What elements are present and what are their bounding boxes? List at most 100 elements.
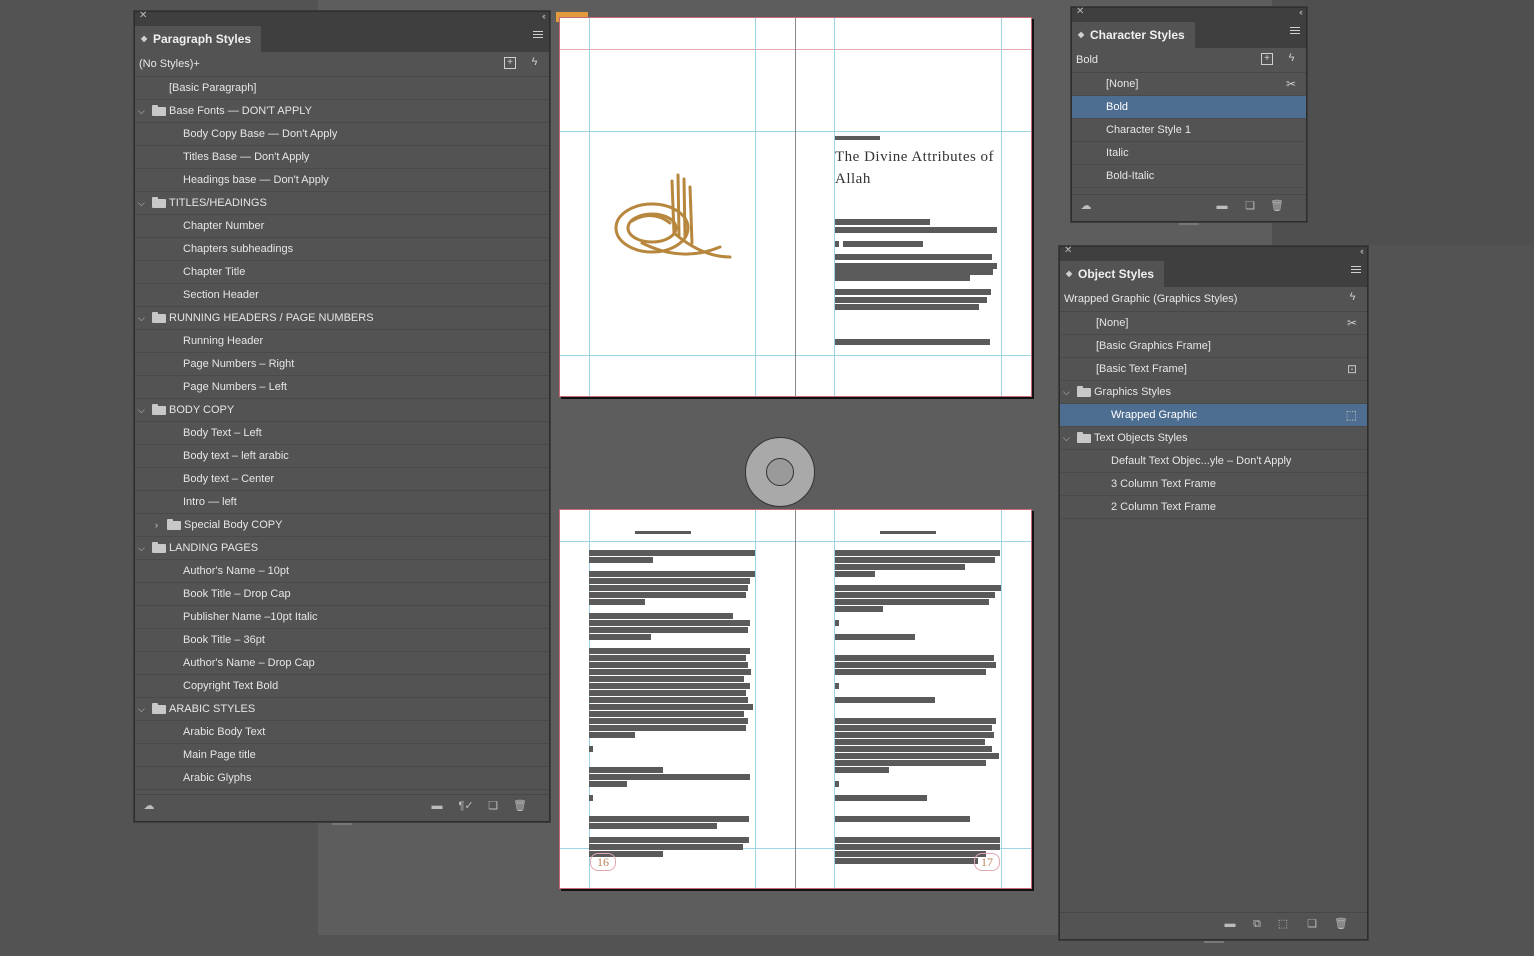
clear-overrides-icon[interactable]: ¶✓ [457,801,475,812]
style-row[interactable]: Copyright Text Bold [135,675,549,698]
style-row[interactable]: Intro — left [135,491,549,514]
style-label: Page Numbers – Left [183,381,287,393]
new-group-icon[interactable]: ▬ [1216,201,1228,212]
style-row[interactable]: Body text – left arabic [135,445,549,468]
new-group-icon[interactable]: ▬ [1224,919,1236,930]
new-style-icon[interactable]: ❏ [1306,919,1318,930]
new-style-icon[interactable]: + [1261,53,1273,65]
tab-object-styles[interactable]: ◆ Object Styles [1060,261,1165,287]
close-icon[interactable]: ✕ [1076,6,1084,17]
new-style-icon[interactable]: ❏ [1244,201,1256,212]
text-line [835,289,991,295]
style-group-row[interactable]: › Special Body COPY [135,514,549,537]
style-row[interactable]: Main Page title [135,744,549,767]
style-row[interactable]: Book Title – Drop Cap [135,583,549,606]
style-group-row[interactable]: ⌵ Base Fonts — DON'T APPLY [135,100,549,123]
text-line [589,816,749,822]
style-row[interactable]: Character Style 1 [1072,119,1306,142]
style-row[interactable]: Default Text Objec...yle – Don't Apply [1060,450,1367,473]
spread-bottom[interactable]: 16 17 [559,509,1032,889]
style-row[interactable]: Chapter Number [135,215,549,238]
clear-attributes-icon[interactable]: ⧉ [1248,919,1266,930]
chevron-down-icon[interactable]: ⌵ [138,399,145,421]
collapse-icon[interactable]: ‹‹ [1299,7,1303,17]
lightning-icon[interactable]: ϟ [1285,52,1298,65]
text-line [835,816,970,822]
style-label: Author's Name – 10pt [183,565,290,577]
chevron-down-icon[interactable]: ⌵ [138,537,145,559]
style-group-row[interactable]: ⌵ RUNNING HEADERS / PAGE NUMBERS [135,307,549,330]
panel-menu-icon[interactable] [1290,27,1300,36]
style-row[interactable]: [Basic Text Frame] ⊡ [1060,358,1367,381]
clear-overrides-icon[interactable]: ⬚ [1274,919,1292,930]
new-group-icon[interactable]: ▬ [431,801,443,812]
style-row[interactable]: Section Header [135,284,549,307]
lightning-icon[interactable]: ϟ [528,56,541,69]
close-icon[interactable]: ✕ [139,10,147,21]
style-row[interactable]: Running Header [135,330,549,353]
style-row[interactable]: Chapters subheadings [135,238,549,261]
style-row[interactable]: Page Numbers – Left [135,376,549,399]
style-row[interactable]: Body text – Center [135,468,549,491]
chevron-down-icon[interactable]: ⌵ [1063,427,1070,449]
cloud-library-icon[interactable]: ☁ [1080,201,1092,212]
style-row[interactable]: Page Numbers – Right [135,353,549,376]
style-group-row[interactable]: ⌵ Graphics Styles [1060,381,1367,404]
panel-menu-icon[interactable] [533,31,543,40]
default-frame-icon: ⊡ [1346,362,1357,376]
cloud-library-icon[interactable]: ☁ [143,801,155,812]
style-row[interactable]: Author's Name – Drop Cap [135,652,549,675]
style-row[interactable]: Wrapped Graphic ⬚ [1060,404,1367,427]
style-row[interactable]: [None] ✂ [1060,312,1367,335]
trash-icon[interactable]: 🗑 [513,801,527,812]
collapse-icon[interactable]: ‹‹ [1360,246,1364,256]
style-row[interactable]: 3 Column Text Frame [1060,473,1367,496]
trash-icon[interactable]: 🗑 [1334,919,1348,930]
chevron-right-icon[interactable]: › [155,514,158,536]
style-row[interactable]: Italic [1072,142,1306,165]
resize-grip[interactable] [332,823,352,825]
style-row[interactable]: [Basic Graphics Frame] [1060,335,1367,358]
new-style-icon[interactable]: ❏ [487,801,499,812]
style-row[interactable]: Book Title – 36pt [135,629,549,652]
style-row[interactable]: [Basic Paragraph] [135,77,549,100]
calligraphy-graphic[interactable] [612,173,734,265]
collapse-icon[interactable]: ‹‹ [542,11,546,21]
style-row[interactable]: Bold-Italic [1072,165,1306,188]
resize-grip[interactable] [1203,941,1224,943]
style-row[interactable]: 2 Column Text Frame [1060,496,1367,519]
style-row[interactable]: Arabic Glyphs [135,767,549,790]
style-group-row[interactable]: ⌵ TITLES/HEADINGS [135,192,549,215]
new-style-icon[interactable]: + [504,57,516,69]
text-line [835,851,986,857]
style-row[interactable]: Bold [1072,96,1306,119]
chevron-down-icon[interactable]: ⌵ [138,192,145,214]
chevron-down-icon[interactable]: ⌵ [138,307,145,329]
tab-paragraph-styles[interactable]: ◆ Paragraph Styles [135,26,262,52]
style-group-row[interactable]: ⌵ Text Objects Styles [1060,427,1367,450]
resize-grip[interactable] [1179,223,1199,225]
panel-menu-icon[interactable] [1351,266,1361,275]
chevron-down-icon[interactable]: ⌵ [1063,381,1070,403]
style-row[interactable]: Body Text – Left [135,422,549,445]
style-group-row[interactable]: ⌵ ARABIC STYLES [135,698,549,721]
navigator-wheel[interactable] [745,437,815,507]
style-group-row[interactable]: ⌵ BODY COPY [135,399,549,422]
lightning-icon[interactable]: ϟ [1346,291,1359,304]
trash-icon[interactable]: 🗑 [1270,201,1284,212]
style-label: Publisher Name –10pt Italic [183,611,318,623]
tab-character-styles[interactable]: ◆ Character Styles [1072,22,1195,48]
spread-top[interactable]: The Divine Attributes of Allah [559,17,1032,397]
style-group-row[interactable]: ⌵ LANDING PAGES [135,537,549,560]
style-row[interactable]: Publisher Name –10pt Italic [135,606,549,629]
style-row[interactable]: Author's Name – 10pt [135,560,549,583]
close-icon[interactable]: ✕ [1064,245,1072,256]
chevron-down-icon[interactable]: ⌵ [138,698,145,720]
style-row[interactable]: Titles Base — Don't Apply [135,146,549,169]
chevron-down-icon[interactable]: ⌵ [138,100,145,122]
style-row[interactable]: Arabic Body Text [135,721,549,744]
style-row[interactable]: [None] ✂ [1072,73,1306,96]
style-row[interactable]: Body Copy Base — Don't Apply [135,123,549,146]
style-row[interactable]: Chapter Title [135,261,549,284]
style-row[interactable]: Headings base — Don't Apply [135,169,549,192]
